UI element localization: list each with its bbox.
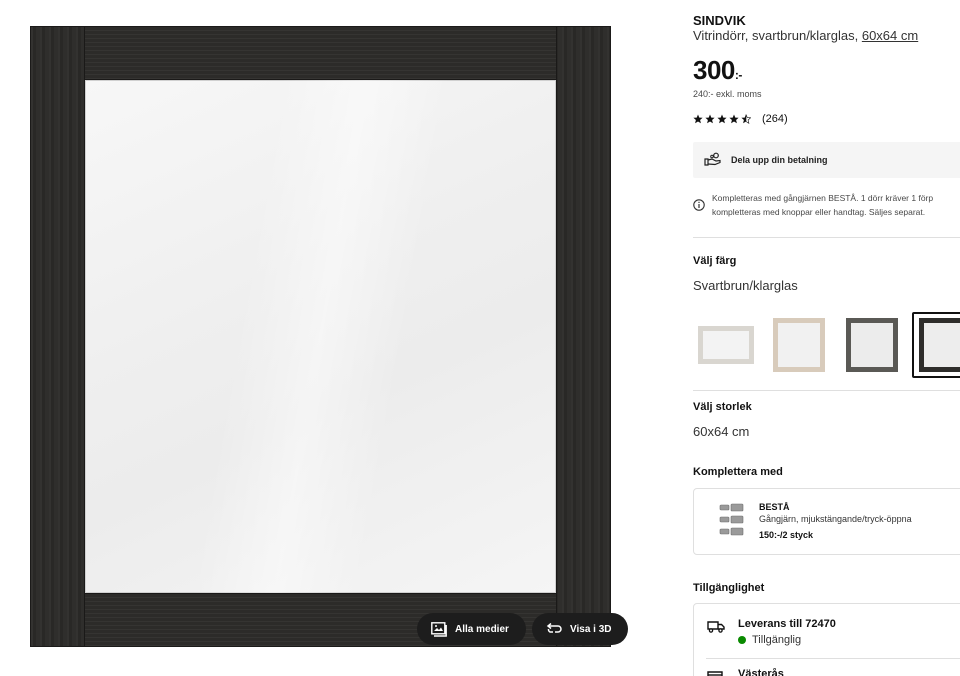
store-icon	[707, 670, 723, 676]
split-payment-label: Dela upp din betalning	[731, 155, 828, 165]
note-line-1: Kompletteras med gångjärnen BESTÅ. 1 dör…	[712, 193, 934, 203]
product-image[interactable]	[31, 27, 610, 646]
rotate-3d-icon	[546, 623, 562, 635]
star-icon	[729, 114, 739, 124]
divider	[693, 237, 960, 238]
product-rating[interactable]: (264)	[693, 113, 788, 125]
star-icon	[717, 114, 727, 124]
delivery-status: Tillgänglig	[738, 634, 801, 646]
info-icon	[693, 198, 705, 219]
color-swatch-black-brown[interactable]	[912, 312, 960, 378]
all-media-label: Alla medier	[455, 623, 509, 635]
selected-color: Svartbrun/klarglas	[693, 278, 798, 293]
color-swatch-white[interactable]	[693, 312, 759, 378]
product-description-text: Vitrindörr, svartbrun/klarglas,	[693, 28, 862, 43]
complementary-product-card[interactable]: BESTÅ Gångjärn, mjukstängande/tryck-öppn…	[693, 488, 960, 555]
door-glass-panel	[85, 80, 556, 593]
size-section-title: Välj storlek	[693, 401, 752, 413]
price-suffix: :-	[734, 68, 743, 82]
door-frame-left	[31, 27, 85, 646]
divider	[706, 658, 960, 659]
all-media-button[interactable]: Alla medier	[417, 613, 526, 645]
product-media: Alla medier Visa i 3D	[0, 0, 660, 676]
product-size-link[interactable]: 60x64 cm	[862, 28, 918, 43]
color-swatch-grey[interactable]	[839, 312, 905, 378]
complementary-product-price: 150:-/2 styck	[759, 530, 814, 540]
availability-section-title: Tillgänglighet	[693, 582, 765, 594]
price-excl-vat: 240:- exkl. moms	[693, 89, 762, 99]
price-value: 300	[693, 55, 735, 85]
note-line-2: kompletteras med knoppar eller handtag. …	[712, 207, 926, 217]
product-description: Vitrindörr, svartbrun/klarglas, 60x64 cm	[693, 28, 918, 43]
color-swatch-white-stained-oak[interactable]	[766, 312, 832, 378]
complete-section-title: Komplettera med	[693, 466, 783, 478]
product-name: SINDVIK	[693, 13, 746, 28]
rating-stars	[693, 114, 751, 124]
divider	[693, 390, 960, 391]
view-in-3d-button[interactable]: Visa i 3D	[532, 613, 628, 645]
hand-coins-icon	[704, 152, 722, 168]
complementary-product-name: BESTÅ	[759, 502, 790, 512]
view-in-3d-label: Visa i 3D	[570, 623, 612, 635]
status-dot-icon	[738, 636, 746, 644]
review-count: (264)	[762, 113, 788, 125]
door-frame-right	[556, 27, 610, 646]
color-section-title: Välj färg	[693, 255, 737, 267]
truck-icon	[707, 620, 725, 638]
store-title: Västerås	[738, 668, 784, 676]
product-price: 300:-	[693, 55, 742, 86]
product-note: Kompletteras med gångjärnen BESTÅ. 1 dör…	[693, 191, 933, 219]
availability-card[interactable]: Leverans till 72470 Tillgänglig Västerås	[693, 603, 960, 676]
delivery-status-label: Tillgänglig	[752, 634, 802, 646]
star-icon	[705, 114, 715, 124]
color-swatches	[693, 312, 960, 378]
split-payment-banner[interactable]: Dela upp din betalning	[693, 142, 960, 178]
gallery-icon	[431, 621, 447, 637]
door-frame-top	[85, 27, 556, 80]
selected-size: 60x64 cm	[693, 424, 750, 439]
half-star-icon	[741, 114, 751, 124]
star-icon	[693, 114, 703, 124]
complementary-product-description: Gångjärn, mjukstängande/tryck-öppna	[759, 514, 912, 524]
hinge-thumbnail	[718, 502, 746, 540]
delivery-title: Leverans till 72470	[738, 618, 836, 630]
